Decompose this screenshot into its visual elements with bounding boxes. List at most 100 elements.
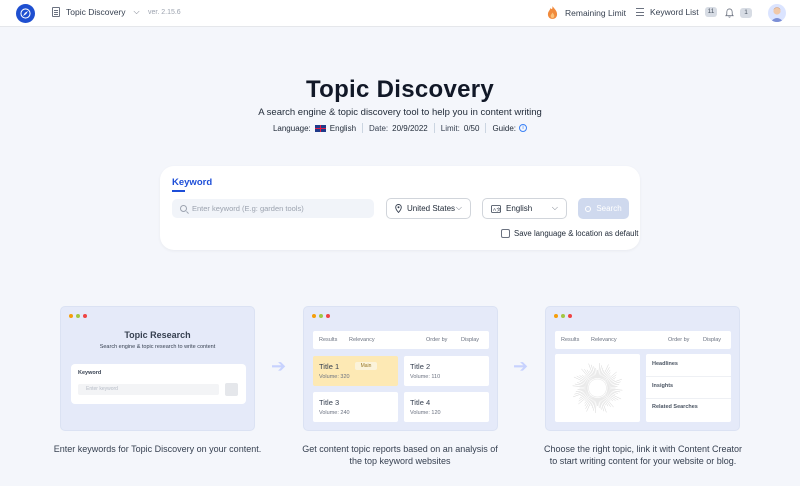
country-select[interactable]: United States ⌵ <box>386 198 471 219</box>
preview-keyword-label: Keyword <box>78 370 102 376</box>
tile-title: Title 4 <box>410 398 431 407</box>
arrow-right-icon: ➔ <box>271 356 287 376</box>
location-pin-icon <box>395 204 402 213</box>
info-icon[interactable]: i <box>519 124 528 132</box>
list-icon <box>636 8 644 16</box>
language-value: English <box>506 204 533 213</box>
compass-logo-icon[interactable] <box>16 4 35 23</box>
preview-tile: Title 4 Volume: 120 <box>404 392 489 422</box>
preview-results-label: Results <box>319 337 338 343</box>
preview-search-card: Keyword Enter keyword <box>71 364 246 404</box>
document-icon <box>52 7 60 17</box>
tile-title: Title 1 <box>319 362 340 371</box>
flame-icon <box>547 6 558 19</box>
date-info: Date: 20/9/2022 <box>363 123 434 133</box>
language-info-value: English <box>329 123 357 133</box>
chevron-down-icon: ⌵ <box>551 203 558 212</box>
radial-chart-graphic <box>572 363 623 413</box>
preview-display-label: Display <box>703 337 722 343</box>
language-select[interactable]: A文 English ⌵ <box>482 198 567 219</box>
preview-radial-chart <box>555 354 640 422</box>
step-3-caption-line-1: Choose the right topic, link it with Con… <box>543 444 743 454</box>
preview-tile: Title 3 Volume: 240 <box>313 392 398 422</box>
keyword-underline <box>172 190 185 192</box>
top-bar: Topic Discovery ⌵ ver. 2.15.6 Remaining … <box>0 0 800 27</box>
preview-results-label: Results <box>561 337 580 343</box>
tile-volume: Volume: 320 <box>319 374 350 380</box>
translate-icon: A文 <box>491 204 502 213</box>
arrow-right-icon: ➔ <box>513 356 529 376</box>
checkbox-icon[interactable] <box>501 229 510 238</box>
page-title: Topic Discovery <box>305 76 495 103</box>
preview-order-label: Order by <box>426 337 448 343</box>
step-3-caption: Choose the right topic, link it with Con… <box>533 443 753 467</box>
meta-bar: Language: English Date: 20/9/2022 Limit:… <box>0 123 800 133</box>
window-dots <box>554 314 572 318</box>
step-2-caption-line-2: the top keyword websites <box>349 456 451 466</box>
step-1-caption: Enter keywords for Topic Discovery on yo… <box>53 444 262 454</box>
limit-label: Limit: <box>440 123 460 133</box>
step-2-caption: Get content topic reports based on an an… <box>290 443 510 467</box>
page-subtitle: A search engine & topic discovery tool t… <box>258 107 542 118</box>
save-default-checkbox[interactable]: Save language & location as default <box>501 229 638 238</box>
country-value: United States <box>407 204 456 213</box>
preview-toolbar: Results Relevancy Order by Display <box>313 331 489 349</box>
notification-count-badge: 1 <box>740 8 752 18</box>
search-card: Keyword United States ⌵ A文 English ⌵ Sea… <box>160 166 640 250</box>
preview-relevancy-label: Relevancy <box>349 337 375 343</box>
search-icon <box>180 205 187 212</box>
chevron-down-icon: ⌵ <box>133 7 140 16</box>
preview-display-label: Display <box>461 337 480 343</box>
preview-subtitle: Search engine & topic research to write … <box>99 344 216 350</box>
preview-title: Topic Research <box>124 330 191 340</box>
step-2-caption-line-1: Get content topic reports based on an an… <box>302 444 498 454</box>
svg-text:文: 文 <box>497 206 502 213</box>
keyword-list-label: Keyword List <box>650 7 699 17</box>
remaining-limit-button[interactable]: Remaining Limit <box>547 6 626 19</box>
preview-side-panel: Headlines Insights Related Searches <box>646 354 731 422</box>
limit-info: Limit: 0/50 <box>435 123 486 133</box>
date-value: 20/9/2022 <box>392 123 428 133</box>
preview-tile: Title 1 Main Volume: 320 <box>313 356 398 386</box>
preview-toolbar: Results Relevancy Order by Display <box>555 331 731 349</box>
window-dots <box>69 314 87 318</box>
version-label: ver. 2.15.6 <box>148 9 181 16</box>
step-3-preview: Results Relevancy Order by Display Headl… <box>545 306 740 431</box>
remaining-limit-label: Remaining Limit <box>565 7 626 18</box>
search-icon <box>585 205 592 212</box>
tile-volume: Volume: 240 <box>319 410 350 416</box>
tile-volume: Volume: 120 <box>410 410 441 416</box>
step-2-preview: Results Relevancy Order by Display Title… <box>303 306 498 431</box>
preview-relevancy-label: Relevancy <box>591 337 617 343</box>
date-label: Date: <box>369 123 389 133</box>
preview-order-label: Order by <box>668 337 690 343</box>
app-switcher[interactable]: Topic Discovery ⌵ <box>52 7 140 17</box>
language-info: Language: English <box>267 123 362 133</box>
keyword-section-label: Keyword <box>172 177 213 188</box>
keyword-input-wrapper[interactable] <box>172 199 374 218</box>
side-item-insights: Insights <box>652 383 674 389</box>
tile-volume: Volume: 110 <box>410 374 441 380</box>
keyword-input[interactable] <box>192 204 362 213</box>
main-badge: Main <box>355 362 377 370</box>
side-item-related-searches: Related Searches <box>652 404 698 410</box>
avatar[interactable] <box>768 4 786 22</box>
step-3-caption-line-2: to start writing content for your websit… <box>549 456 737 466</box>
preview-keyword-input: Enter keyword <box>78 384 219 395</box>
tile-title: Title 2 <box>410 362 431 371</box>
language-info-label: Language: <box>272 123 311 133</box>
tile-title: Title 3 <box>319 398 340 407</box>
window-dots <box>312 314 330 318</box>
save-default-label: Save language & location as default <box>514 229 639 238</box>
uk-flag-icon <box>314 124 326 132</box>
keyword-list-count-badge: 11 <box>704 7 718 17</box>
guide-label: Guide: <box>492 123 517 133</box>
chevron-down-icon: ⌵ <box>455 203 462 212</box>
guide-info[interactable]: Guide: i <box>486 123 533 133</box>
side-item-headlines: Headlines <box>652 361 678 367</box>
search-button[interactable]: Search <box>578 198 629 219</box>
bell-icon[interactable] <box>725 8 734 18</box>
preview-search-button <box>225 383 238 396</box>
keyword-list-button[interactable]: Keyword List 11 <box>636 7 718 17</box>
preview-tile: Title 2 Volume: 110 <box>404 356 489 386</box>
